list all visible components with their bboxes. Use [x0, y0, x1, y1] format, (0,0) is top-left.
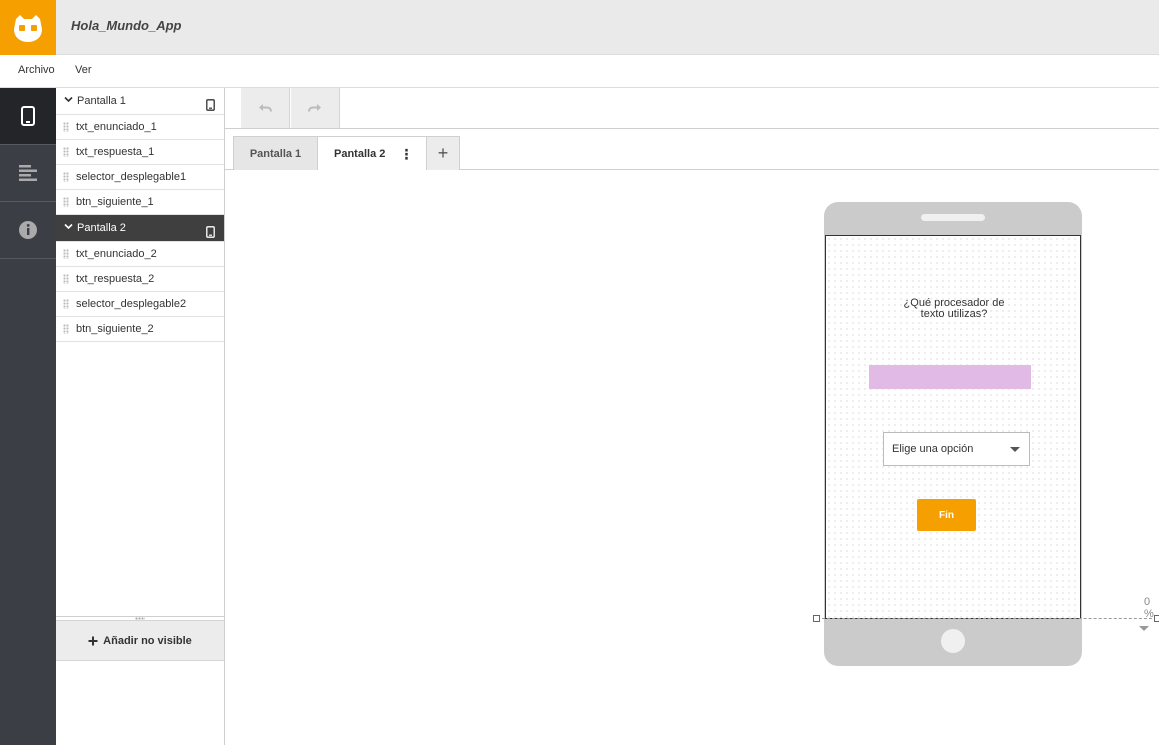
tree-item[interactable]: txt_enunciado_1	[56, 115, 224, 140]
drag-handle-icon[interactable]	[63, 147, 69, 157]
caret-down-icon[interactable]	[1139, 626, 1149, 631]
tree-screen-pantalla-1[interactable]: Pantalla 1	[56, 88, 224, 115]
undo-button[interactable]	[241, 88, 290, 128]
fin-button[interactable]: Fin	[917, 499, 976, 531]
redo-button[interactable]	[291, 88, 340, 128]
plus-icon	[88, 636, 98, 645]
chevron-down-icon[interactable]	[64, 215, 73, 242]
add-invisible-button[interactable]: Añadir no visible	[56, 620, 224, 661]
tree-item[interactable]: txt_respuesta_1	[56, 140, 224, 165]
phone-speaker	[921, 214, 985, 221]
tree-item[interactable]: txt_enunciado_2	[56, 242, 224, 267]
drag-handle-icon[interactable]	[63, 197, 69, 207]
tab-pantalla-1[interactable]: Pantalla 1	[233, 136, 318, 170]
info-icon	[19, 221, 37, 239]
app-header: Hola_Mundo_App	[0, 0, 1159, 55]
menu-bar: Archivo Ver	[0, 55, 1159, 88]
component-tree: Pantalla 1 txt_enunciado_1 txt_respuesta…	[56, 88, 225, 745]
resize-handle-left[interactable]	[813, 615, 820, 622]
tree-item-label: txt_enunciado_2	[76, 248, 157, 260]
tree-item[interactable]: txt_respuesta_2	[56, 267, 224, 292]
undo-icon	[259, 104, 272, 112]
rail-screens-button[interactable]	[0, 88, 56, 145]
tree-item-label: txt_respuesta_2	[76, 273, 155, 285]
redo-icon	[308, 104, 321, 112]
more-vertical-icon[interactable]: ⋮	[399, 147, 413, 161]
align-left-icon	[19, 165, 37, 181]
add-invisible-label: Añadir no visible	[103, 634, 192, 647]
tab-label: Pantalla 1	[249, 147, 302, 160]
option-dropdown[interactable]: Elige una opción	[883, 432, 1030, 466]
tree-item-label: txt_enunciado_1	[76, 121, 157, 133]
tree-item-label: txt_respuesta_1	[76, 146, 155, 158]
side-rail	[0, 88, 56, 745]
phone-screen[interactable]: ¿Qué procesador de texto utilizas? Elige…	[825, 235, 1081, 619]
app-logo[interactable]	[0, 0, 56, 55]
drag-handle-icon[interactable]	[63, 274, 69, 284]
phone-preview: ¿Qué procesador de texto utilizas? Elige…	[824, 202, 1082, 666]
tree-item-label: selector_desplegable2	[76, 298, 187, 310]
phone-icon	[21, 106, 35, 126]
question-text[interactable]: ¿Qué procesador de texto utilizas?	[826, 298, 1082, 320]
drag-handle-icon[interactable]	[63, 122, 69, 132]
resize-guide	[817, 618, 1157, 619]
zoom-label: 0 %	[1144, 596, 1154, 620]
menu-ver[interactable]: Ver	[75, 64, 92, 76]
rail-info-button[interactable]	[0, 202, 56, 259]
tree-item[interactable]: selector_desplegable2	[56, 292, 224, 317]
dropdown-value: Elige una opción	[892, 443, 974, 455]
screen-tabs: Pantalla 1 Pantalla 2 ⋮ +	[225, 129, 1159, 171]
drag-handle-icon[interactable]	[63, 324, 69, 334]
rail-properties-button[interactable]	[0, 145, 56, 202]
tree-item[interactable]: btn_siguiente_2	[56, 317, 224, 342]
answer-textbox[interactable]	[869, 365, 1031, 389]
drag-handle-icon[interactable]	[63, 172, 69, 182]
tree-item-label: btn_siguiente_1	[76, 196, 154, 208]
plus-icon: +	[437, 143, 449, 163]
tree-item[interactable]: selector_desplegable1	[56, 165, 224, 190]
drag-handle-icon[interactable]	[63, 299, 69, 309]
app-title: Hola_Mundo_App	[71, 18, 182, 33]
tree-item-label: selector_desplegable1	[76, 171, 187, 183]
design-canvas[interactable]: ¿Qué procesador de texto utilizas? Elige…	[225, 170, 1159, 745]
drag-handle-icon[interactable]	[63, 249, 69, 259]
caret-down-icon	[1010, 447, 1020, 452]
add-tab-button[interactable]: +	[426, 136, 460, 170]
tree-item[interactable]: btn_siguiente_1	[56, 190, 224, 215]
chevron-down-icon[interactable]	[64, 88, 73, 115]
question-line-2: texto utilizas?	[920, 308, 988, 320]
owl-face-icon	[14, 14, 42, 42]
tab-label: Pantalla 2	[334, 148, 386, 160]
menu-archivo[interactable]: Archivo	[18, 64, 55, 76]
tree-item-label: btn_siguiente_2	[76, 323, 154, 335]
tree-screen-label: Pantalla 2	[77, 222, 126, 234]
editor-toolbar	[225, 88, 1159, 129]
tree-screen-pantalla-2[interactable]: Pantalla 2	[56, 215, 224, 242]
fin-button-label: Fin	[939, 509, 954, 521]
phone-home-button	[941, 629, 965, 653]
tab-pantalla-2[interactable]: Pantalla 2 ⋮	[317, 136, 427, 171]
tree-screen-label: Pantalla 1	[77, 95, 126, 107]
